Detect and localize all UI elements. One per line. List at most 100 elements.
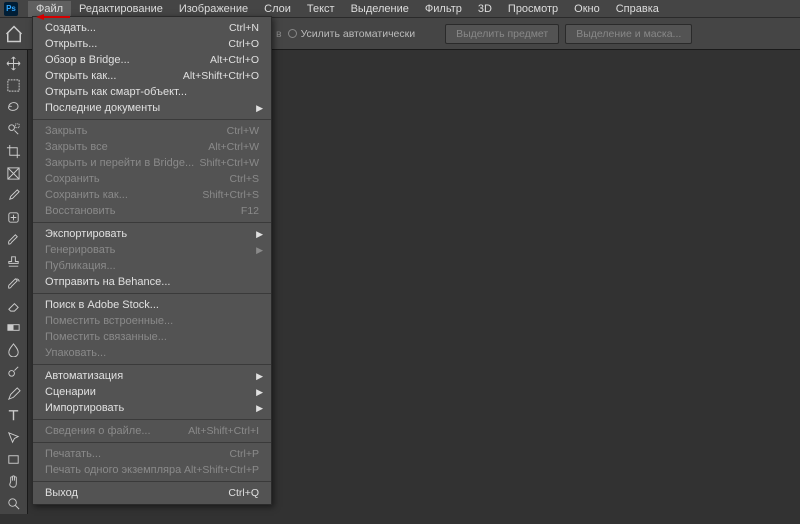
menu-separator <box>33 364 271 365</box>
menu-окно[interactable]: Окно <box>566 1 608 17</box>
menu-separator <box>33 222 271 223</box>
submenu-arrow-icon: ▶ <box>256 403 263 414</box>
menu-item-label: Генерировать <box>45 244 115 256</box>
file-menu-item[interactable]: Открыть... Ctrl+O <box>33 36 271 52</box>
tool-hand-icon[interactable] <box>2 470 26 492</box>
menu-shortcut: Ctrl+N <box>229 22 259 34</box>
file-menu-item[interactable]: Открыть как...Alt+Shift+Ctrl+O <box>33 68 271 84</box>
menu-shortcut: Alt+Shift+Ctrl+I <box>188 425 259 437</box>
menu-item-label: Открыть как смарт-объект... <box>45 86 187 98</box>
tool-stamp-icon[interactable] <box>2 250 26 272</box>
file-menu-item: Поместить связанные... <box>33 329 271 345</box>
file-menu-item: Публикация... <box>33 258 271 274</box>
menu-справка[interactable]: Справка <box>608 1 667 17</box>
tool-crop-icon[interactable] <box>2 140 26 162</box>
select-and-mask-button[interactable]: Выделение и маска... <box>565 24 692 44</box>
tool-type-icon[interactable] <box>2 404 26 426</box>
menu-item-label: Закрыть все <box>45 141 108 153</box>
menu-item-label: Выход <box>45 487 78 499</box>
menu-item-label: Печатать... <box>45 448 101 460</box>
menu-shortcut: Ctrl+Q <box>228 487 259 499</box>
menu-item-label: Отправить на Behance... <box>45 276 170 288</box>
file-menu-item: Печать одного экземпляраAlt+Shift+Ctrl+P <box>33 462 271 478</box>
file-menu-item: Генерировать ▶ <box>33 242 271 258</box>
file-menu-item: ЗакрытьCtrl+W <box>33 123 271 139</box>
file-menu-item[interactable]: Создать... Ctrl+N <box>33 20 271 36</box>
file-menu-item[interactable]: Экспортировать ▶ <box>33 226 271 242</box>
menu-item-label: Обзор в Bridge... <box>45 54 130 66</box>
menu-shortcut: Alt+Ctrl+W <box>208 141 259 153</box>
file-menu-item[interactable]: Поиск в Adobe Stock... <box>33 297 271 313</box>
menu-shortcut: Shift+Ctrl+W <box>199 157 259 169</box>
select-subject-button[interactable]: Выделить предмет <box>445 24 559 44</box>
annotation-red-arrow-icon <box>36 12 70 20</box>
tool-move-icon[interactable] <box>2 52 26 74</box>
menu-редактирование[interactable]: Редактирование <box>71 1 171 17</box>
submenu-arrow-icon: ▶ <box>256 245 263 256</box>
file-menu-item[interactable]: Сценарии ▶ <box>33 384 271 400</box>
file-menu-item: Упаковать... <box>33 345 271 361</box>
menu-item-label: Открыть как... <box>45 70 116 82</box>
menu-shortcut: Ctrl+O <box>228 38 259 50</box>
menu-изображение[interactable]: Изображение <box>171 1 256 17</box>
menu-просмотр[interactable]: Просмотр <box>500 1 566 17</box>
menu-текст[interactable]: Текст <box>299 1 343 17</box>
tool-eyedropper-icon[interactable] <box>2 184 26 206</box>
file-menu-item: Закрыть все Alt+Ctrl+W <box>33 139 271 155</box>
menu-separator <box>33 119 271 120</box>
menu-item-label: Поместить встроенные... <box>45 315 173 327</box>
menu-shortcut: Ctrl+P <box>230 448 259 460</box>
tool-gradient-icon[interactable] <box>2 316 26 338</box>
tool-eraser-icon[interactable] <box>2 294 26 316</box>
menu-фильтр[interactable]: Фильтр <box>417 1 470 17</box>
tool-pen-icon[interactable] <box>2 382 26 404</box>
file-menu-item[interactable]: Открыть как смарт-объект... <box>33 84 271 100</box>
tool-lasso-icon[interactable] <box>2 96 26 118</box>
tool-history-brush-icon[interactable] <box>2 272 26 294</box>
tool-quick-select-icon[interactable] <box>2 118 26 140</box>
tool-zoom-icon[interactable] <box>2 492 26 514</box>
menu-выделение[interactable]: Выделение <box>343 1 417 17</box>
menu-item-label: Автоматизация <box>45 370 123 382</box>
menu-item-label: Сведения о файле... <box>45 425 151 437</box>
tool-brush-icon[interactable] <box>2 228 26 250</box>
tool-rectangle-icon[interactable] <box>2 448 26 470</box>
file-menu-item[interactable]: Последние документы▶ <box>33 100 271 116</box>
file-menu-item[interactable]: Обзор в Bridge...Alt+Ctrl+O <box>33 52 271 68</box>
file-menu-item[interactable]: Импортировать ▶ <box>33 400 271 416</box>
menu-item-label: Закрыть и перейти в Bridge... <box>45 157 194 169</box>
tool-healing-icon[interactable] <box>2 206 26 228</box>
file-menu-item[interactable]: Выход Ctrl+Q <box>33 485 271 501</box>
menu-item-label: Импортировать <box>45 402 124 414</box>
tool-path-select-icon[interactable] <box>2 426 26 448</box>
menu-3d[interactable]: 3D <box>470 1 500 17</box>
tool-dodge-icon[interactable] <box>2 360 26 382</box>
file-menu-dropdown: Создать... Ctrl+N Открыть... Ctrl+O Обзор в … <box>32 16 272 505</box>
tool-frame-icon[interactable] <box>2 162 26 184</box>
menu-item-label: Поместить связанные... <box>45 331 167 343</box>
menu-item-label: Поиск в Adobe Stock... <box>45 299 159 311</box>
menu-shortcut: F12 <box>241 205 259 217</box>
tool-marquee-icon[interactable] <box>2 74 26 96</box>
file-menu-item: ВосстановитьF12 <box>33 203 271 219</box>
menu-item-label: Создать... <box>45 22 96 34</box>
home-icon[interactable] <box>4 24 24 44</box>
menu-shortcut: Alt+Shift+Ctrl+P <box>184 464 259 476</box>
menu-item-label: Сценарии <box>45 386 96 398</box>
submenu-arrow-icon: ▶ <box>256 229 263 240</box>
menu-item-label: Экспортировать <box>45 228 127 240</box>
menu-item-label: Открыть... <box>45 38 97 50</box>
tool-blur-icon[interactable] <box>2 338 26 360</box>
submenu-arrow-icon: ▶ <box>256 387 263 398</box>
file-menu-item: СохранитьCtrl+S <box>33 171 271 187</box>
menu-item-label: Публикация... <box>45 260 116 272</box>
file-menu-item[interactable]: Автоматизация▶ <box>33 368 271 384</box>
menu-separator <box>33 419 271 420</box>
menu-separator <box>33 481 271 482</box>
menu-item-label: Сохранить <box>45 173 100 185</box>
enhance-radio[interactable] <box>288 29 297 38</box>
file-menu-item: Сведения о файле... Alt+Shift+Ctrl+I <box>33 423 271 439</box>
file-menu-item: Закрыть и перейти в Bridge... Shift+Ctrl+… <box>33 155 271 171</box>
file-menu-item[interactable]: Отправить на Behance... <box>33 274 271 290</box>
menu-слои[interactable]: Слои <box>256 1 299 17</box>
